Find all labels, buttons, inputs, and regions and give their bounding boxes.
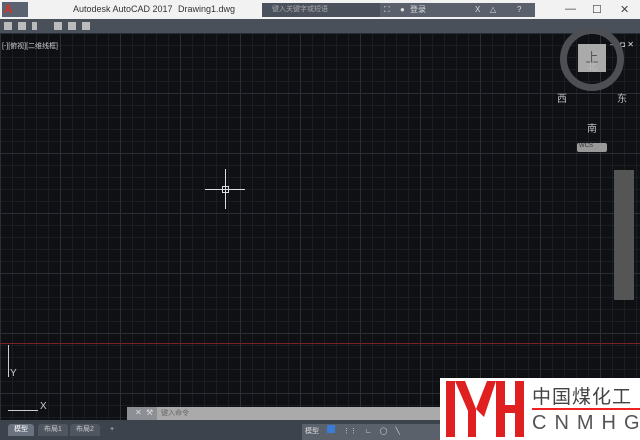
grid-icon[interactable]	[326, 425, 335, 433]
model-space-button[interactable]: 模型	[305, 428, 319, 435]
ortho-icon[interactable]: ∟	[365, 428, 372, 435]
brand-chinese: 中国煤化工	[532, 387, 633, 408]
close-button[interactable]: ✕	[620, 3, 629, 16]
brand-english: CNMHG	[532, 412, 640, 434]
viewcube-west[interactable]: 西	[557, 90, 567, 105]
help-icon[interactable]: ?	[517, 3, 521, 17]
binoculars-icon[interactable]: ⛶	[384, 3, 390, 17]
status-bar: 模型 ⋮⋮ ∟ ◯ ╲	[302, 424, 442, 440]
ucs-x-label: X	[40, 401, 47, 412]
wcs-menu[interactable]: WCS	[577, 143, 607, 152]
application-menu-button[interactable]: A	[2, 2, 28, 17]
osnap-icon[interactable]: ╲	[395, 428, 399, 435]
command-input[interactable]: 键入命令	[157, 407, 447, 420]
tab-model[interactable]: 模型	[8, 424, 34, 436]
tab-layout2[interactable]: 布局2	[70, 424, 100, 436]
viewcube-east[interactable]: 东	[617, 90, 627, 105]
search-input[interactable]: 键入关键字或短语	[262, 3, 380, 17]
help-icon[interactable]	[82, 22, 90, 30]
cnmhg-logo-mark	[446, 381, 524, 437]
save-icon[interactable]	[32, 22, 37, 30]
brand-divider	[532, 408, 640, 410]
info-toolbar: ⛶ ● 登录 X △ ?	[380, 3, 535, 17]
polar-icon[interactable]: ◯	[380, 428, 388, 435]
wrench-icon[interactable]: ⚒	[146, 408, 153, 417]
x-axis-line	[0, 343, 640, 344]
navigation-bar[interactable]	[614, 170, 634, 300]
watermark-logo: 中国煤化工 CNMHG	[440, 378, 640, 440]
exchange-icon[interactable]: X	[475, 3, 480, 17]
quick-access-toolbar	[0, 19, 640, 33]
minimize-button[interactable]: —	[565, 3, 576, 15]
ucs-x-axis	[8, 410, 38, 411]
add-layout-button[interactable]: +	[104, 424, 120, 436]
a360-icon[interactable]: △	[490, 3, 496, 17]
print-icon[interactable]	[54, 22, 62, 30]
maximize-button[interactable]: ☐	[592, 3, 602, 16]
ucs-y-label: Y	[10, 368, 17, 379]
new-icon[interactable]	[4, 22, 12, 30]
user-icon[interactable]: ●	[400, 3, 405, 17]
open-icon[interactable]	[18, 22, 26, 30]
plot-icon[interactable]	[68, 22, 76, 30]
sign-in-link[interactable]: 登录	[410, 3, 426, 17]
file-title: Drawing1.dwg	[178, 4, 236, 14]
ucs-y-axis	[8, 345, 9, 377]
drawing-canvas[interactable]: [-][俯视][二维线框] — ◘ ✕	[0, 33, 640, 420]
viewport-label[interactable]: [-][俯视][二维线框]	[2, 41, 58, 51]
viewcube-south[interactable]: 南	[587, 120, 597, 135]
close-icon[interactable]: ✕	[135, 408, 142, 417]
viewcube-north[interactable]: 北	[587, 58, 597, 73]
command-line: ✕ ⚒ 键入命令	[127, 407, 447, 420]
title-bar: A Autodesk AutoCAD 2017 Drawing1.dwg 键入关…	[0, 0, 640, 19]
snap-icon[interactable]: ⋮⋮	[343, 428, 357, 435]
tab-layout1[interactable]: 布局1	[38, 424, 68, 436]
app-title: Autodesk AutoCAD 2017	[73, 4, 173, 14]
crosshair-pickbox	[222, 186, 229, 193]
